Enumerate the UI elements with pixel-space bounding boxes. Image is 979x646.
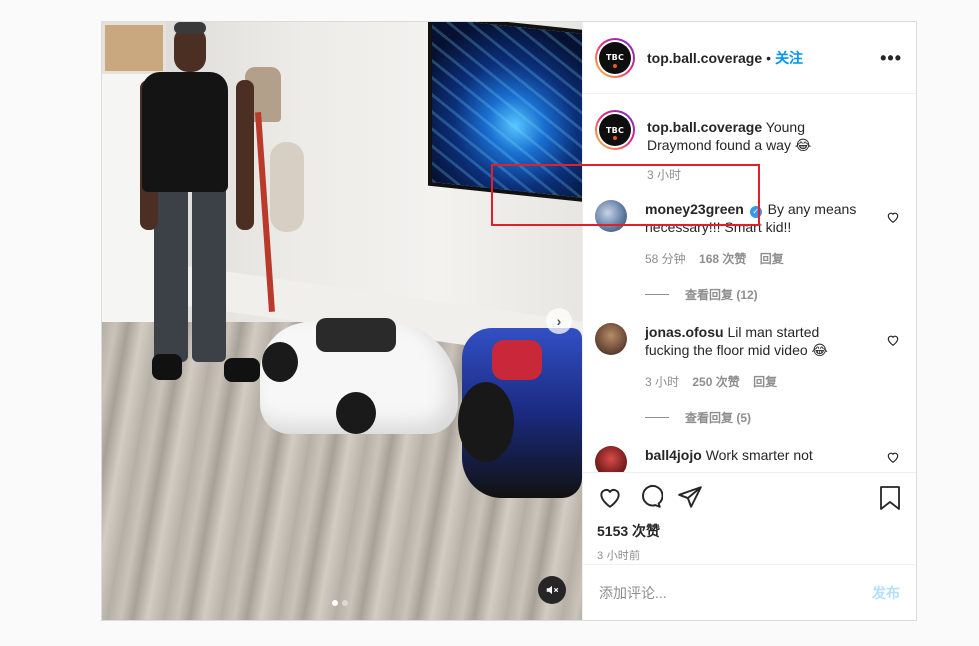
scene-lamp (270, 142, 304, 232)
caption-username[interactable]: top.ball.coverage (647, 119, 762, 135)
tbc-logo: TBC (599, 114, 631, 146)
post-modal: › TBC top.ball.coverage • 关注 ••• TBC top… (101, 21, 917, 621)
like-heart-icon[interactable] (597, 484, 623, 510)
scene-frame (102, 22, 166, 74)
carousel-dot (332, 600, 338, 606)
likes-count[interactable]: 5153 次赞 (597, 521, 900, 541)
comment-item: jonas.ofosu Lil man started fucking the … (595, 323, 900, 391)
commenter-avatar[interactable] (595, 323, 627, 355)
post-comment-button[interactable]: 发布 (872, 583, 900, 603)
commenter-avatar[interactable] (595, 446, 627, 472)
separator-dot: • (766, 49, 772, 66)
post-time: 3 小时前 (597, 550, 641, 562)
next-slide-button[interactable]: › (546, 308, 572, 334)
scene-person-leg (154, 182, 188, 362)
tbc-logo: TBC (599, 41, 631, 74)
post-actions: 5153 次赞 3 小时前 (583, 472, 916, 564)
scene-person-shoe (152, 354, 182, 380)
comment-item: ball4jojo Work smarter not (595, 446, 900, 472)
caption-avatar[interactable]: TBC (595, 110, 635, 150)
view-replies-button[interactable]: 查看回复 (12) (645, 286, 900, 303)
reply-button[interactable]: 回复 (760, 252, 784, 266)
like-heart-icon[interactable] (886, 210, 900, 224)
scene-toy-car-red (492, 340, 542, 380)
scene-toy-car-wheel (262, 342, 298, 382)
scene-person-torso (142, 72, 228, 192)
scene-toy-car-seat (316, 318, 396, 352)
follow-button[interactable]: 关注 (775, 48, 803, 68)
scene-person-shoe (224, 358, 260, 382)
carousel-dot (342, 600, 348, 606)
speaker-muted-icon (546, 585, 559, 595)
scene-toy-car-wheel (336, 392, 376, 434)
comment-username[interactable]: ball4jojo (645, 447, 702, 463)
highlight-box (491, 164, 760, 226)
post-side-panel: TBC top.ball.coverage • 关注 ••• TBC top.b… (582, 22, 916, 620)
scene-person-cap (174, 22, 206, 34)
comment-likes[interactable]: 250 次赞 (692, 375, 739, 389)
comment-likes[interactable]: 168 次赞 (699, 252, 746, 266)
chevron-right-icon: › (556, 313, 562, 329)
comment-time: 3 小时 (645, 375, 680, 389)
like-heart-icon[interactable] (886, 450, 900, 464)
scene-person-arm (236, 80, 254, 230)
view-replies-button[interactable]: 查看回复 (5) (645, 409, 900, 426)
reply-button[interactable]: 回复 (753, 375, 777, 389)
bookmark-icon[interactable] (878, 485, 902, 511)
like-heart-icon[interactable] (886, 333, 900, 347)
comments-list[interactable]: TBC top.ball.coverage Young Draymond fou… (583, 94, 916, 472)
more-options-icon[interactable]: ••• (880, 48, 902, 69)
scene-toy-car-wheel (458, 382, 514, 462)
comment-username[interactable]: jonas.ofosu (645, 324, 724, 340)
add-comment-bar: 添加评论... 发布 (583, 564, 916, 620)
share-paper-plane-icon[interactable] (677, 484, 703, 510)
comment-text: Work smarter not (705, 447, 813, 463)
author-username[interactable]: top.ball.coverage (647, 50, 762, 66)
author-avatar[interactable]: TBC (595, 37, 635, 78)
comment-meta: 58 分钟 168 次赞 回复 (645, 250, 867, 268)
scene-person-head (174, 28, 206, 72)
scene-person-leg (192, 182, 226, 362)
post-header: TBC top.ball.coverage • 关注 ••• (583, 22, 916, 94)
comment-time: 58 分钟 (645, 252, 686, 266)
comment-input[interactable]: 添加评论... (599, 583, 667, 603)
post-video[interactable]: › (102, 22, 582, 620)
comment-meta: 3 小时 250 次赞 回复 (645, 373, 867, 391)
mute-button[interactable] (538, 576, 566, 604)
comment-bubble-icon[interactable] (637, 484, 663, 510)
carousel-dots (332, 600, 348, 606)
